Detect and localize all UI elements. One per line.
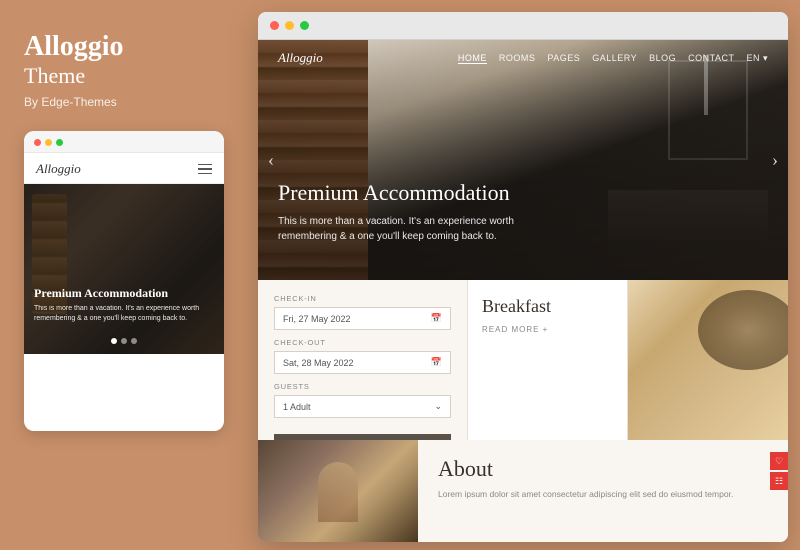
nav-link-rooms[interactable]: ROOMS [499, 53, 536, 63]
about-title: About [438, 456, 768, 482]
indicator-3[interactable] [131, 338, 137, 344]
checkin-input[interactable]: Fri, 27 May 2022 📅 [274, 307, 451, 330]
brand-name: Alloggio Theme By Edge-Themes [24, 32, 224, 109]
indicator-2[interactable] [121, 338, 127, 344]
bottom-left-image [258, 440, 418, 542]
browser-dot-yellow [285, 21, 294, 30]
mobile-preview: Alloggio Premium Accommodation This is m… [24, 131, 224, 431]
read-more-button[interactable]: READ MORE + [482, 325, 613, 334]
guests-select[interactable]: 1 Adult ⌄ [274, 395, 451, 418]
breakfast-title: Breakfast [482, 296, 613, 317]
bowl-decor [698, 290, 788, 370]
site-hero: Alloggio HOME ROOMS PAGES GALLERY BLOG C… [258, 40, 788, 280]
about-section: About Lorem ipsum dolor sit amet consect… [418, 440, 788, 542]
mobile-nav: Alloggio [24, 153, 224, 184]
bottom-section: About Lorem ipsum dolor sit amet consect… [258, 440, 788, 542]
mobile-dot-yellow [45, 139, 52, 146]
nav-link-contact[interactable]: CONTACT [688, 53, 734, 63]
carousel-indicators [111, 338, 137, 344]
checkin-value: Fri, 27 May 2022 [283, 314, 351, 324]
indicator-1[interactable] [111, 338, 117, 344]
mobile-dot-green [56, 139, 63, 146]
food-image [628, 280, 788, 440]
calendar-icon-2: 📅 [431, 357, 442, 368]
browser-dot-green [300, 21, 309, 30]
mobile-hero: Premium Accommodation This is more than … [24, 184, 224, 354]
checkout-value: Sat, 28 May 2022 [283, 358, 354, 368]
guests-label: GUESTS [274, 382, 451, 391]
left-panel: Alloggio Theme By Edge-Themes Alloggio P… [0, 0, 248, 550]
mobile-hero-description: This is more than a vacation. It's an ex… [34, 304, 219, 324]
nav-link-home[interactable]: HOME [458, 53, 487, 64]
read-more-label: READ MORE + [482, 325, 548, 334]
calendar-icon: 📅 [431, 313, 442, 324]
site-nav: Alloggio HOME ROOMS PAGES GALLERY BLOG C… [258, 40, 788, 76]
checkin-group: CHECK-IN Fri, 27 May 2022 📅 [274, 294, 451, 330]
brand-title: Alloggio [24, 32, 224, 63]
site-hero-subtitle: This is more than a vacation. It's an ex… [278, 214, 538, 244]
breakfast-card: Breakfast READ MORE + [468, 280, 628, 440]
browser-window: Alloggio HOME ROOMS PAGES GALLERY BLOG C… [258, 12, 788, 542]
mobile-titlebar [24, 131, 224, 153]
booking-form: CHECK-IN Fri, 27 May 2022 📅 CHECK-OUT Sa… [258, 280, 468, 440]
nav-link-lang[interactable]: EN ▾ [746, 53, 768, 64]
slider-next-button[interactable]: › [772, 150, 778, 171]
chevron-down-icon: ⌄ [434, 401, 442, 412]
checkout-label: CHECK-OUT [274, 338, 451, 347]
browser-dot-red [270, 21, 279, 30]
site-hero-text: Premium Accommodation This is more than … [278, 180, 738, 244]
mobile-dot-red [34, 139, 41, 146]
site-nav-logo: Alloggio [278, 50, 323, 66]
checkout-group: CHECK-OUT Sat, 28 May 2022 📅 [274, 338, 451, 374]
site-nav-links: HOME ROOMS PAGES GALLERY BLOG CONTACT EN… [458, 53, 768, 64]
nav-link-pages[interactable]: PAGES [547, 53, 580, 63]
brand-subtitle: Theme [24, 63, 224, 89]
nav-link-gallery[interactable]: GALLERY [592, 53, 637, 63]
checkin-label: CHECK-IN [274, 294, 451, 303]
hamburger-icon[interactable] [198, 164, 212, 175]
mobile-logo: Alloggio [36, 161, 81, 177]
guests-value: 1 Adult [283, 402, 311, 412]
cart-icon[interactable]: ☷ [770, 472, 788, 490]
checkout-input[interactable]: Sat, 28 May 2022 📅 [274, 351, 451, 374]
hero-overlay [24, 184, 224, 354]
site-hero-title: Premium Accommodation [278, 180, 738, 206]
booking-section: CHECK-IN Fri, 27 May 2022 📅 CHECK-OUT Sa… [258, 280, 788, 440]
browser-content: Alloggio HOME ROOMS PAGES GALLERY BLOG C… [258, 40, 788, 542]
about-text: Lorem ipsum dolor sit amet consectetur a… [438, 488, 768, 501]
brand-by: By Edge-Themes [24, 95, 224, 109]
browser-titlebar [258, 12, 788, 40]
wishlist-icon[interactable]: ♡ [770, 452, 788, 470]
mobile-hero-text: Premium Accommodation This is more than … [34, 286, 219, 324]
mobile-hero-title: Premium Accommodation [34, 286, 219, 300]
nav-link-blog[interactable]: BLOG [649, 53, 676, 63]
guests-group: GUESTS 1 Adult ⌄ [274, 382, 451, 418]
side-icons: ♡ ☷ [770, 452, 788, 490]
hero-overlay [258, 40, 788, 280]
slider-prev-button[interactable]: ‹ [268, 150, 274, 171]
